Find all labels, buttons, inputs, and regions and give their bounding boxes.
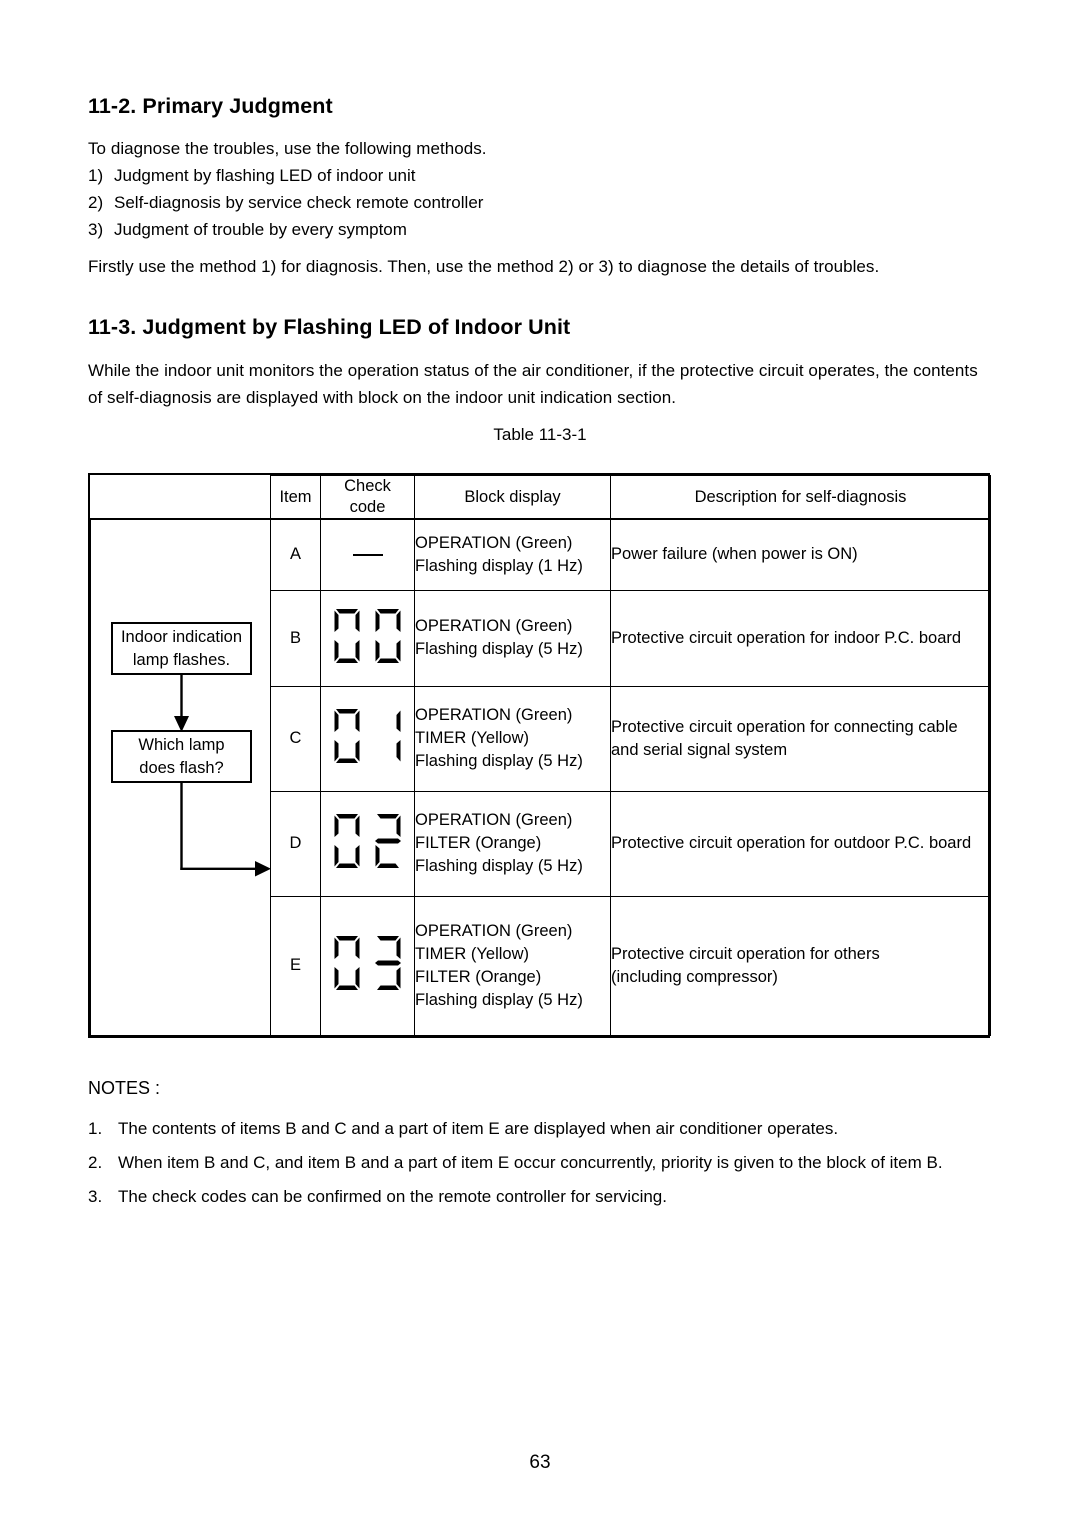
desc-line: Protective circuit operation for outdoor… [611, 834, 972, 853]
block-line: Flashing display (5 Hz) [415, 857, 583, 876]
row-code-e [320, 895, 415, 1037]
method-item-2: 2) Self-diagnosis by service check remote… [88, 189, 483, 216]
header-description: Description for self-diagnosis [610, 475, 991, 520]
row-code-c [320, 685, 415, 792]
row-block-e: OPERATION (Green) TIMER (Yellow) FILTER … [414, 895, 611, 1037]
seven-segment-display [330, 812, 405, 870]
header-check-code: Check code [320, 475, 415, 520]
diagnosis-table: Item Check code Block display Descriptio… [90, 475, 991, 1037]
block-line: Flashing display (5 Hz) [415, 752, 583, 771]
block-line: OPERATION (Green) [415, 706, 573, 725]
block-line: Flashing display (1 Hz) [415, 556, 583, 575]
seven-segment-display [330, 607, 405, 665]
flowchart-connectors [174, 675, 271, 877]
flowchart-box1-line2: lamp flashes. [132, 650, 231, 669]
diagnosis-table-container: Item Check code Block display Descriptio… [88, 473, 991, 1038]
desc-line: (including compressor) [611, 967, 778, 986]
row-block-d: OPERATION (Green) FILTER (Orange) Flashi… [414, 790, 611, 897]
method-1-label: Judgment by flashing LED of indoor unit [114, 166, 416, 185]
block-line: TIMER (Yellow) [415, 944, 529, 963]
document-page: 11-2. Primary Judgment To diagnose the t… [0, 0, 1080, 1528]
row-code-b [320, 589, 415, 687]
table-header-row: Item Check code Block display Descriptio… [90, 475, 991, 520]
table-row: Indoor indication lamp flashes. Which la… [90, 518, 991, 1036]
method-3-label: Judgment of trouble by every symptom [114, 220, 407, 239]
desc-line: Protective circuit operation for connect… [611, 717, 958, 736]
note-1-text: The contents of items B and C and a part… [118, 1119, 839, 1138]
row-item-d: D [270, 790, 321, 897]
row-item-c: C [270, 685, 321, 792]
header-check-code-line1: Check [344, 477, 391, 495]
block-line: Flashing display (5 Hz) [415, 990, 583, 1009]
note-2-text: When item B and C, and item B and a part… [118, 1153, 943, 1172]
row-item-e: E [270, 895, 321, 1037]
row-desc-e: Protective circuit operation for others … [610, 895, 991, 1037]
method-3-number: 3) [88, 220, 104, 239]
row-code-d [320, 790, 415, 897]
row-desc-d: Protective circuit operation for outdoor… [610, 790, 991, 897]
flowchart-box1-line1: Indoor indication [120, 627, 243, 646]
header-check-code-line2: code [349, 498, 386, 516]
row-desc-c: Protective circuit operation for connect… [610, 685, 991, 792]
section-11-2-intro: To diagnose the troubles, use the follow… [88, 139, 487, 158]
header-flowchart-column [90, 475, 271, 520]
check-code-dash-icon [352, 553, 383, 556]
note-3-number: 3. [88, 1187, 103, 1206]
flowchart-box2-line2: does flash? [139, 758, 224, 777]
method-2-number: 2) [88, 193, 104, 212]
page-number: 63 [529, 1452, 551, 1473]
table-caption: Table 11-3-1 [493, 425, 587, 444]
row-block-c: OPERATION (Green) TIMER (Yellow) Flashin… [414, 685, 611, 792]
row-block-b: OPERATION (Green) Flashing display (5 Hz… [414, 589, 611, 687]
desc-line: and serial signal system [611, 740, 788, 759]
block-line: OPERATION (Green) [415, 533, 573, 552]
method-2-label: Self-diagnosis by service check remote c… [114, 193, 484, 212]
note-1-number: 1. [88, 1119, 103, 1138]
seven-segment-display [330, 934, 405, 992]
flowchart-box2-line1: Which lamp [138, 735, 225, 754]
note-2-number: 2. [88, 1153, 103, 1172]
row-desc-b: Protective circuit operation for indoor … [610, 589, 991, 687]
section-11-3-lead: While the indoor unit monitors the opera… [88, 361, 978, 407]
block-line: OPERATION (Green) [415, 617, 573, 636]
notes-title: NOTES : [88, 1078, 161, 1098]
desc-line: Protective circuit operation for indoor … [611, 628, 962, 647]
block-line: Flashing display (5 Hz) [415, 640, 583, 659]
block-line: TIMER (Yellow) [415, 729, 529, 748]
section-heading-11-2: 11-2. Primary Judgment [88, 94, 333, 118]
note-item-3: 3. The check codes can be confirmed on th… [88, 1184, 667, 1210]
note-3-text: The check codes can be confirmed on the … [118, 1187, 667, 1206]
block-line: OPERATION (Green) [415, 811, 573, 830]
block-line: FILTER (Orange) [415, 834, 542, 853]
row-code-a [320, 518, 415, 591]
note-item-1: 1. The contents of items B and C and a pa… [88, 1116, 838, 1142]
flowchart-diagram: Indoor indication lamp flashes. Which la… [91, 520, 271, 1083]
row-item-a: A [270, 518, 321, 591]
flowchart-box-which-lamp: Which lamp does flash? [111, 730, 252, 783]
seven-segment-display [330, 707, 405, 765]
section-11-2-closing: Firstly use the method 1) for diagnosis.… [88, 257, 880, 276]
header-block-display: Block display [414, 475, 611, 520]
section-heading-11-3: 11-3. Judgment by Flashing LED of Indoor… [88, 315, 571, 339]
block-line: FILTER (Orange) [415, 967, 542, 986]
flowchart-cell: Indoor indication lamp flashes. Which la… [90, 518, 271, 1036]
row-block-a: OPERATION (Green) Flashing display (1 Hz… [414, 518, 611, 591]
note-item-2: 2. When item B and C, and item B and a pa… [88, 1150, 943, 1176]
method-item-3: 3) Judgment of trouble by every symptom [88, 216, 407, 243]
block-line: OPERATION (Green) [415, 921, 573, 940]
flowchart-box-indoor-lamp: Indoor indication lamp flashes. [111, 622, 252, 675]
row-item-b: B [270, 589, 321, 687]
row-desc-a: Power failure (when power is ON) [610, 518, 991, 591]
desc-line: Power failure (when power is ON) [611, 545, 858, 564]
method-item-1: 1) Judgment by flashing LED of indoor uni… [88, 162, 415, 189]
header-item: Item [270, 475, 321, 520]
method-1-number: 1) [88, 166, 104, 185]
desc-line: Protective circuit operation for others [611, 944, 880, 963]
